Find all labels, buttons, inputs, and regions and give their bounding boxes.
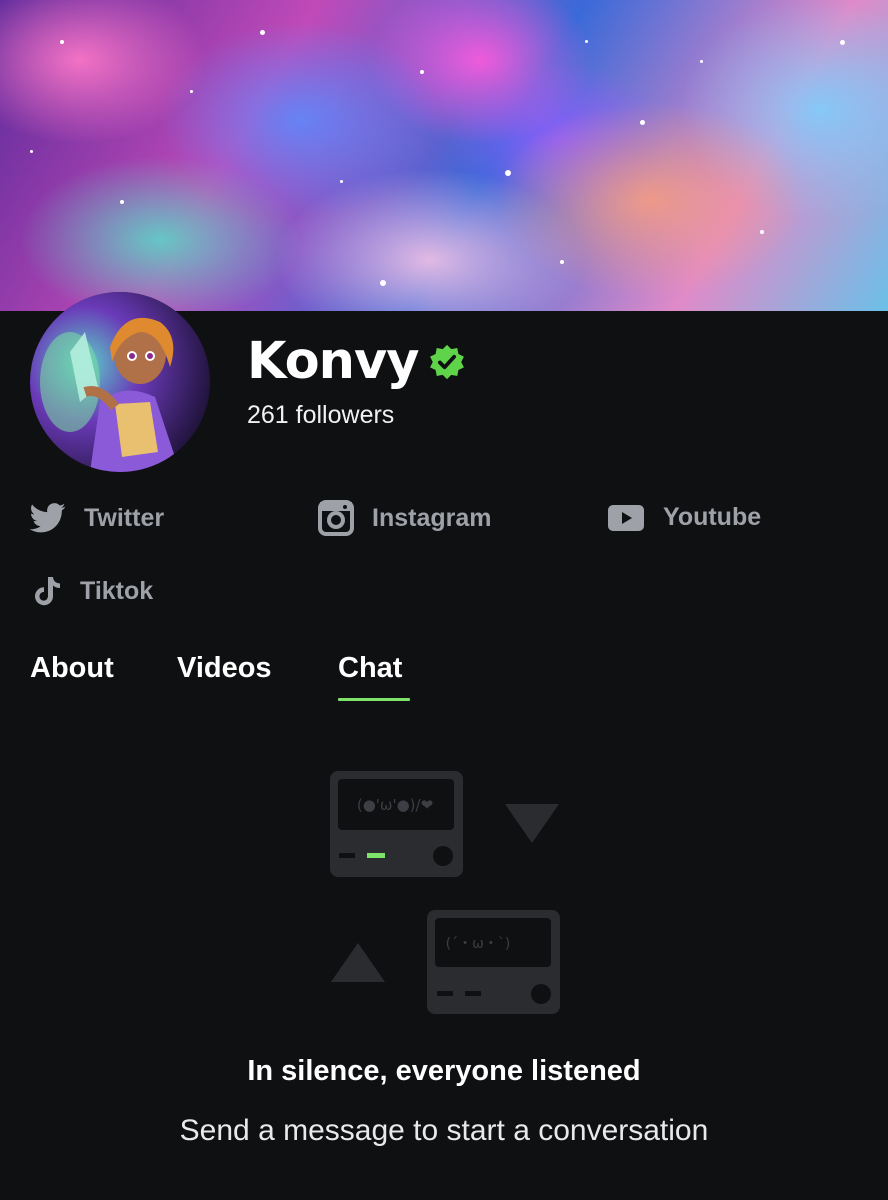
tab-chat[interactable]: Chat bbox=[338, 650, 402, 686]
instagram-icon bbox=[318, 500, 354, 536]
profile-name: Konvy bbox=[247, 332, 419, 391]
active-tab-indicator bbox=[338, 698, 410, 701]
tab-about[interactable]: About bbox=[30, 650, 114, 686]
social-label-instagram: Instagram bbox=[372, 503, 492, 532]
social-link-tiktok[interactable]: Tiktok bbox=[32, 575, 153, 607]
up-arrow-icon bbox=[331, 943, 385, 982]
tiktok-icon bbox=[32, 575, 62, 607]
social-link-instagram[interactable]: Instagram bbox=[318, 500, 491, 536]
social-label-twitter: Twitter bbox=[84, 503, 165, 532]
device-top bbox=[330, 771, 463, 877]
device-screen-text-2: (ˊ・ω・ˋ) bbox=[446, 936, 511, 952]
device-screen-text-1: (●'ω'●)/❤ bbox=[357, 796, 433, 814]
verified-badge-icon bbox=[430, 344, 464, 380]
social-link-youtube[interactable]: Youtube bbox=[607, 503, 761, 532]
social-label-youtube: Youtube bbox=[663, 503, 762, 531]
avatar[interactable] bbox=[30, 292, 210, 472]
profile-banner bbox=[0, 0, 888, 311]
device-bottom bbox=[427, 910, 560, 1014]
tab-videos[interactable]: Videos bbox=[177, 650, 272, 686]
social-link-twitter[interactable]: Twitter bbox=[30, 503, 164, 533]
empty-state-title: In silence, everyone listened bbox=[247, 1055, 641, 1087]
down-arrow-icon bbox=[505, 804, 559, 843]
social-label-tiktok: Tiktok bbox=[80, 576, 154, 605]
empty-state-subtitle: Send a message to start a conversation bbox=[179, 1114, 709, 1147]
youtube-icon bbox=[607, 504, 645, 532]
followers-count: 261 followers bbox=[247, 401, 395, 429]
twitter-icon bbox=[30, 503, 66, 533]
